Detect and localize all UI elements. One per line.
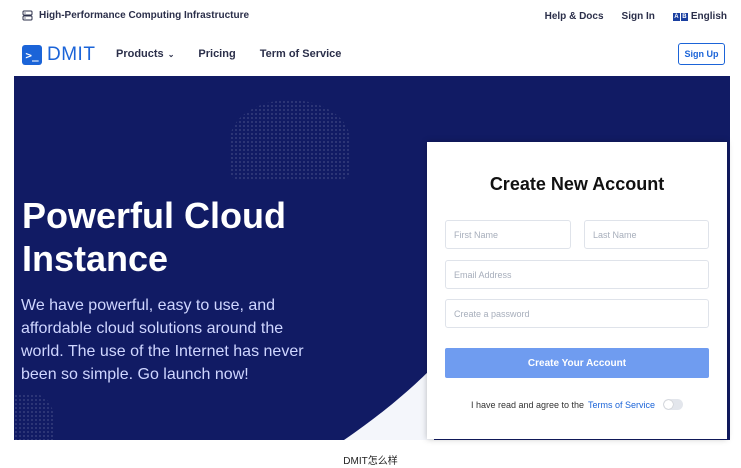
nav-item-terms[interactable]: Term of Service [260, 48, 342, 60]
password-input[interactable] [446, 300, 708, 327]
logo[interactable]: >_ DMIT [22, 44, 95, 66]
nav-item-pricing[interactable]: Pricing [198, 48, 235, 60]
tagline-text: High-Performance Computing Infrastructur… [39, 10, 250, 21]
server-icon [22, 10, 33, 21]
first-name-input[interactable] [446, 221, 570, 248]
help-docs-link[interactable]: Help & Docs [545, 11, 604, 22]
signup-title: Create New Account [489, 174, 665, 194]
sign-in-link[interactable]: Sign In [622, 11, 655, 22]
last-name-field[interactable] [584, 220, 709, 249]
agree-text: I have read and agree to the [470, 399, 585, 410]
create-account-button[interactable]: Create Your Account [445, 348, 709, 378]
language-selector[interactable]: A B English [672, 11, 727, 22]
nav-item-products-label: Products [116, 48, 164, 60]
tagline-group: High-Performance Computing Infrastructur… [22, 10, 249, 21]
email-input[interactable] [446, 261, 708, 288]
terminal-icon: >_ [22, 45, 42, 65]
agree-toggle[interactable] [663, 399, 684, 410]
language-flag-right: B [680, 12, 688, 21]
signup-card: Create New Account Create Your Account I… [427, 142, 727, 439]
hero-description: We have powerful, easy to use, and affor… [21, 297, 304, 383]
hero-title: Powerful Cloud Instance [22, 195, 286, 279]
nav-menu: Products ⌄ Pricing Term of Service [116, 48, 341, 60]
chevron-down-icon: ⌄ [167, 49, 175, 59]
top-links: Help & Docs Sign In A B English [545, 11, 727, 22]
language-flag-icon: A B [672, 12, 688, 21]
password-field[interactable] [445, 299, 709, 328]
toggle-knob [664, 400, 674, 409]
logo-text: DMIT [47, 44, 96, 65]
language-label: English [690, 11, 727, 22]
image-caption: DMIT怎么样 [343, 456, 398, 467]
top-utility-bar: High-Performance Computing Infrastructur… [0, 0, 741, 34]
nav-item-products[interactable]: Products ⌄ [116, 48, 174, 60]
last-name-input[interactable] [585, 221, 708, 248]
terms-link[interactable]: Terms of Service [588, 400, 655, 410]
terms-agreement: I have read and agree to the Terms of Se… [427, 399, 727, 410]
email-field[interactable] [445, 260, 709, 289]
language-flag-left: A [672, 12, 680, 21]
first-name-field[interactable] [445, 220, 571, 249]
sign-up-button[interactable]: Sign Up [678, 43, 725, 65]
main-navbar: >_ DMIT Products ⌄ Pricing Term of Servi… [0, 34, 741, 76]
